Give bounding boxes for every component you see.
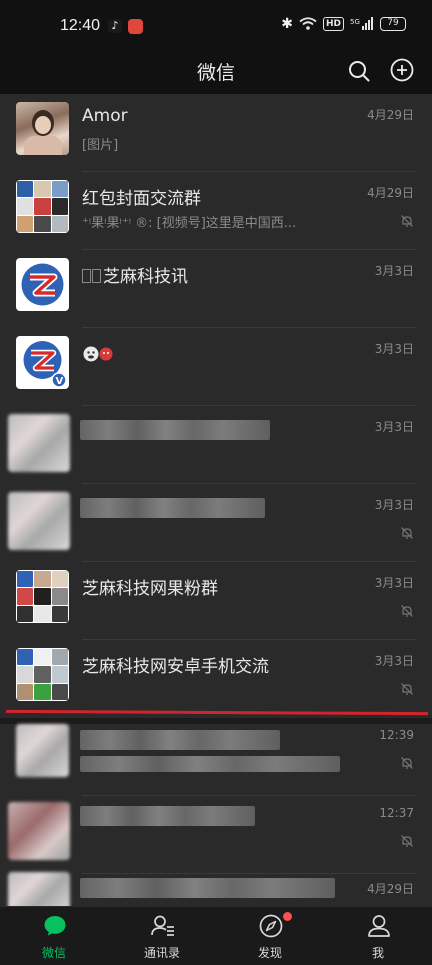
- chat-message: ⁺ᵎ果ᵎ果ᵎ⁺ᵎ ®: [视频号]这里是中国西...: [82, 216, 297, 231]
- chat-name: 芝麻科技讯: [82, 262, 188, 287]
- chat-item-amor[interactable]: Amor [图片] 4月29日: [0, 94, 432, 172]
- chat-item-emoji[interactable]: V 3月3日: [0, 328, 432, 406]
- tab-discover[interactable]: 发现: [216, 907, 324, 965]
- chat-time: 3月3日: [374, 264, 414, 278]
- chat-name: 芝麻科技网安卓手机交流: [82, 657, 269, 677]
- notification-dot: [283, 912, 292, 921]
- chat-item-blurred[interactable]: 3月3日: [0, 484, 432, 562]
- contacts-icon: [151, 915, 174, 936]
- avatar[interactable]: [8, 414, 70, 472]
- blurred-message: [80, 756, 340, 772]
- mute-bell-icon: [401, 605, 413, 617]
- chat-item-blurred[interactable]: 12:37: [0, 796, 432, 874]
- chat-time: 3月3日: [374, 498, 414, 512]
- group-avatar[interactable]: [16, 180, 69, 233]
- bottom-tab-bar: 微信 通讯录 发现 我: [0, 906, 432, 965]
- status-right: ✱ HD 5G 79: [281, 16, 406, 32]
- chat-time: 12:37: [379, 806, 414, 820]
- search-icon[interactable]: [347, 59, 371, 83]
- tab-label: 微信: [41, 946, 66, 960]
- blurred-name: [80, 498, 265, 518]
- chat-item-zhima-news[interactable]: 芝麻科技讯 3月3日: [0, 250, 432, 328]
- blurred-name: [80, 730, 280, 750]
- mute-bell-icon: [401, 215, 413, 227]
- mute-bell-icon: [401, 527, 413, 539]
- group-avatar-grid: [16, 648, 69, 701]
- group-avatar-grid: [16, 570, 69, 623]
- zhima-logo-avatar[interactable]: V: [16, 336, 69, 389]
- mute-bell-icon: [401, 835, 413, 847]
- mute-bell-icon: [401, 757, 413, 769]
- chat-message: [图片]: [82, 138, 119, 153]
- tab-chats[interactable]: 微信: [0, 907, 108, 965]
- chat-time: 3月3日: [374, 342, 414, 356]
- app-notification-icon: [128, 19, 143, 34]
- zhima-logo-icon: [21, 263, 64, 306]
- signal-icon: 5G: [350, 17, 373, 30]
- chat-bubble-icon: [44, 916, 66, 936]
- avatar[interactable]: [16, 724, 69, 777]
- compass-icon: [259, 914, 283, 938]
- chat-item-hongbao-group[interactable]: 红包封面交流群 ⁺ᵎ果ᵎ果ᵎ⁺ᵎ ®: [视频号]这里是中国西... 4月29日: [0, 172, 432, 250]
- chat-item-blurred[interactable]: 3月3日: [0, 406, 432, 484]
- chat-list[interactable]: Amor [图片] 4月29日 红包封面交流群 ⁺ᵎ果ᵎ果ᵎ⁺ᵎ ®: [视频号…: [0, 94, 432, 906]
- chat-name: 红包封面交流群: [82, 189, 201, 209]
- zhima-logo-avatar[interactable]: [16, 258, 69, 311]
- chat-name-text: 芝麻科技讯: [103, 267, 188, 287]
- avatar[interactable]: [8, 802, 70, 860]
- avatar-body: [24, 136, 62, 155]
- chat-item-zhima-android-group[interactable]: 芝麻科技网安卓手机交流 3月3日: [0, 640, 432, 718]
- network-label: 5G: [350, 18, 360, 26]
- chat-name: Amor: [82, 106, 128, 126]
- avatar[interactable]: [8, 872, 70, 906]
- chat-time: 3月3日: [374, 654, 414, 668]
- tiktok-icon: ♪: [108, 19, 122, 33]
- zhima-logo-icon: V: [23, 341, 67, 388]
- chat-time: 3月3日: [374, 420, 414, 434]
- svg-text:V: V: [56, 376, 64, 387]
- plus-circle-icon[interactable]: [390, 58, 414, 82]
- chat-item-blurred[interactable]: 4月29日: [0, 872, 432, 906]
- status-time: 12:40: [60, 17, 101, 34]
- chat-time: 4月29日: [367, 108, 414, 122]
- blurred-name: [80, 420, 270, 440]
- tab-label: 发现: [257, 946, 282, 960]
- tab-label: 通讯录: [143, 946, 180, 960]
- group-avatar[interactable]: [16, 648, 69, 701]
- group-avatar[interactable]: [16, 570, 69, 623]
- title-bar: 微信: [0, 48, 432, 94]
- wifi-icon: [299, 17, 317, 30]
- status-bar: 12:40 ♪ ✱ HD 5G 79: [0, 0, 432, 48]
- group-avatar-grid: [16, 180, 69, 233]
- hd-badge: HD: [322, 17, 344, 31]
- battery-indicator: 79: [380, 17, 406, 31]
- bluetooth-icon: ✱: [281, 16, 293, 32]
- emoji-name-icon: [83, 346, 113, 362]
- chat-time: 4月29日: [367, 882, 414, 896]
- tab-contacts[interactable]: 通讯录: [108, 907, 216, 965]
- mute-bell-icon: [401, 683, 413, 695]
- avatar[interactable]: [8, 492, 70, 550]
- avatar[interactable]: [16, 102, 69, 155]
- blurred-name: [80, 878, 335, 898]
- chat-time: 12:39: [379, 728, 414, 742]
- chat-time: 3月3日: [374, 576, 414, 590]
- tab-me[interactable]: 我: [324, 907, 432, 965]
- chat-item-zhima-apple-group[interactable]: 芝麻科技网果粉群 3月3日: [0, 562, 432, 640]
- blurred-name: [80, 806, 255, 826]
- chat-time: 4月29日: [367, 186, 414, 200]
- tab-label: 我: [371, 946, 384, 960]
- avatar-face: [35, 116, 51, 134]
- chat-item-blurred[interactable]: 12:39: [0, 718, 432, 796]
- person-icon: [368, 915, 390, 937]
- chat-name: 芝麻科技网果粉群: [82, 579, 218, 599]
